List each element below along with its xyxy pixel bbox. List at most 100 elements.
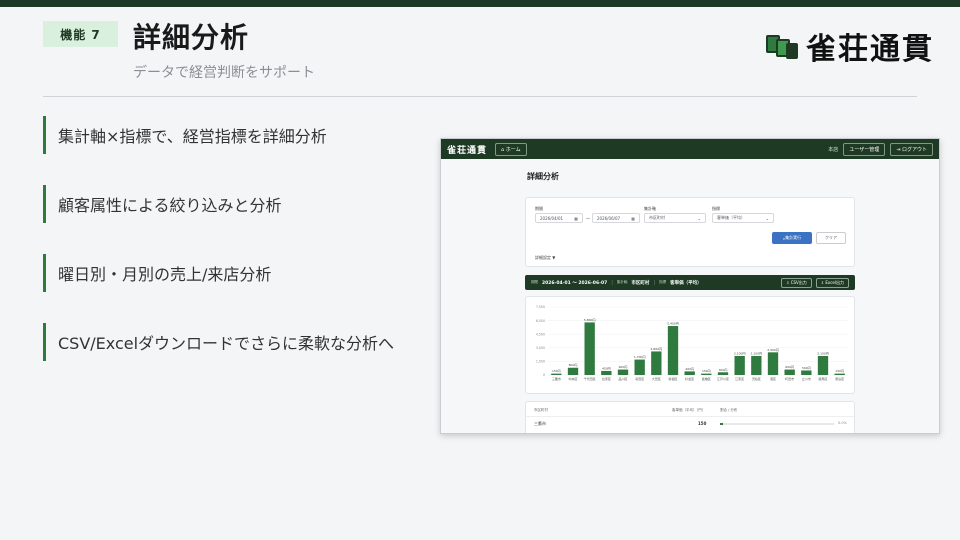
app-page-title: 詳細分析 (527, 172, 559, 181)
x-tick-label: 新宿区 (668, 376, 677, 381)
feature-item: 集計軸×指標で、経営指標を詳細分析 (43, 116, 403, 154)
header-right: 本店 ユーザー管理 ⇥ ログアウト (828, 142, 933, 156)
chart-bar (701, 373, 712, 375)
date-from-input[interactable]: 2026/04/01 ▦ (535, 213, 583, 223)
summary-period-value: 2026-04-01 〜 2026-06-07 (542, 280, 608, 286)
x-tick-label: 千代田区 (584, 376, 596, 381)
app-header: 雀荘通貫 ⌂ ホーム 本店 ユーザー管理 ⇥ ログアウト (441, 139, 939, 159)
date-from-value: 2026/04/01 (540, 215, 564, 221)
axis-label: 集計軸 (644, 206, 656, 211)
chart-bar (584, 322, 595, 375)
bar-value-label: 2,100円 (734, 351, 746, 355)
bar-value-label: 2,100円 (817, 351, 829, 355)
chart-bar (634, 359, 645, 375)
excel-export-button[interactable]: ⇩ Excel出力 (815, 277, 849, 288)
bar-value-label: 2,100円 (751, 351, 763, 355)
chart-bar (601, 370, 612, 375)
filter-panel: 期間 2026/04/01 ▦ 〜 2026/06/07 ▦ 集計軸 市区町村 ⌄ 指… (525, 197, 855, 267)
chart-bar (751, 355, 762, 375)
metric-select-value: 客単価（平均） (717, 215, 745, 220)
logout-button[interactable]: ⇥ ログアウト (890, 142, 933, 156)
chart-panel: 0 1,500 3,000 4,500 6,000 7,500 150円 三鷹市 800円 中央区… (525, 296, 855, 394)
bar-value-label: 5,400円 (667, 322, 679, 326)
chart-bar (817, 355, 829, 375)
csv-button-label: CSV出力 (790, 279, 807, 285)
excel-button-label: Excel出力 (825, 279, 844, 285)
chart-bar (784, 369, 795, 375)
brand-logo: 雀荘通貫 (766, 24, 934, 68)
summary-period-key: 期間 (531, 280, 538, 284)
header-divider (43, 96, 917, 97)
axis-select[interactable]: 市区町村 ⌄ (644, 213, 706, 223)
csv-export-button[interactable]: ⇩ CSV出力 (781, 277, 812, 288)
bar-value-label: 1,700円 (634, 355, 646, 359)
date-to-value: 2026/06/07 (597, 215, 621, 221)
metric-select[interactable]: 客単価（平均） ⌄ (712, 213, 774, 223)
chart-bar (551, 373, 562, 375)
chart-bar (617, 369, 629, 375)
summary-metric-key: 指標 (659, 280, 667, 284)
date-separator: 〜 (586, 216, 590, 221)
y-tick-label: 0 (543, 373, 545, 377)
y-tick-label: 4,500 (536, 332, 545, 336)
summary-separator: | (611, 279, 613, 286)
y-tick-label: 3,000 (536, 346, 545, 350)
page-subtitle: データで経営判断をサポート (133, 65, 315, 81)
bar-value-label: 150円 (552, 369, 561, 373)
results-table: 市区町村 客単価（平均）（円） 割合 / 分布 三鷹市 150 0.0% (525, 401, 856, 433)
feature-number-badge: 機能 7 (43, 21, 118, 47)
x-tick-label: 豊島区 (835, 376, 844, 381)
feature-item: CSV/Excelダウンロードでさらに柔軟な分析へ (43, 323, 403, 361)
x-tick-label: 立川市 (802, 376, 811, 381)
x-tick-label: 江戸川区 (717, 376, 729, 381)
chart-bar (801, 370, 812, 375)
ratio-bar-track (720, 423, 834, 425)
date-to-input[interactable]: 2026/06/07 ▦ (592, 213, 640, 223)
bar-value-label: 800円 (569, 363, 578, 367)
advanced-settings-toggle[interactable]: 詳細設定 ▼ (535, 255, 555, 261)
calendar-icon: ▦ (574, 215, 578, 221)
bar-value-label: 2,600円 (651, 347, 663, 351)
bar-value-label: 300円 (719, 368, 728, 372)
x-tick-label: 板橋区 (702, 376, 711, 381)
table-cell-ratio: 0.0% (838, 421, 847, 425)
chevron-down-icon: ⌄ (697, 215, 701, 221)
bar-value-label: 500円 (802, 366, 811, 370)
clear-button[interactable]: クリア (816, 232, 846, 244)
bar-value-label: 150円 (835, 369, 844, 373)
chart-bar (667, 326, 679, 375)
app-logo: 雀荘通貫 (447, 145, 488, 156)
logo-mark-icon (766, 31, 800, 61)
bar-value-label: 5,800円 (584, 318, 596, 322)
bar-value-label: 150円 (702, 369, 711, 373)
x-tick-label: 三鷹市 (552, 376, 561, 381)
y-tick-label: 1,500 (536, 360, 545, 364)
x-tick-label: 墨田区 (635, 377, 644, 381)
bar-value-label: 450円 (602, 366, 611, 370)
home-button[interactable]: ⌂ ホーム (495, 142, 527, 156)
x-tick-label: 渋谷区 (752, 376, 761, 381)
summary-axis-value: 市区町村 (631, 280, 650, 286)
metric-label: 指標 (712, 206, 720, 211)
bar-value-label: 600円 (785, 365, 794, 369)
export-buttons: ⇩ CSV出力 ⇩ Excel出力 (781, 277, 849, 288)
chevron-down-icon: ⌄ (765, 215, 769, 221)
summary-separator: | (653, 279, 656, 286)
calendar-icon: ▦ (631, 215, 635, 221)
y-tick-label: 6,000 (536, 319, 545, 323)
store-label: 本店 (828, 146, 839, 153)
summary-bar: 期間 2026-04-01 〜 2026-06-07 | 集計軸 市区町村 | … (525, 275, 855, 290)
y-tick-label: 7,500 (536, 305, 545, 309)
x-tick-label: 港区 (770, 376, 776, 381)
ratio-bar-fill (720, 423, 723, 425)
chart-bar (651, 351, 662, 375)
bar-value-label: 2,500円 (767, 348, 779, 352)
table-cell-area: 三鷹市 (534, 421, 546, 426)
run-aggregation-button[interactable]: ⌕ 集計実行 (772, 232, 812, 244)
feature-item: 曜日別・月別の売上/来店分析 (43, 254, 403, 292)
x-tick-label: 大田区 (652, 376, 661, 381)
page-title: 詳細分析 (133, 21, 250, 54)
feature-item: 顧客属性による絞り込みと分析 (43, 185, 403, 223)
x-tick-label: 品川区 (618, 377, 627, 381)
user-management-button[interactable]: ユーザー管理 (843, 142, 886, 156)
